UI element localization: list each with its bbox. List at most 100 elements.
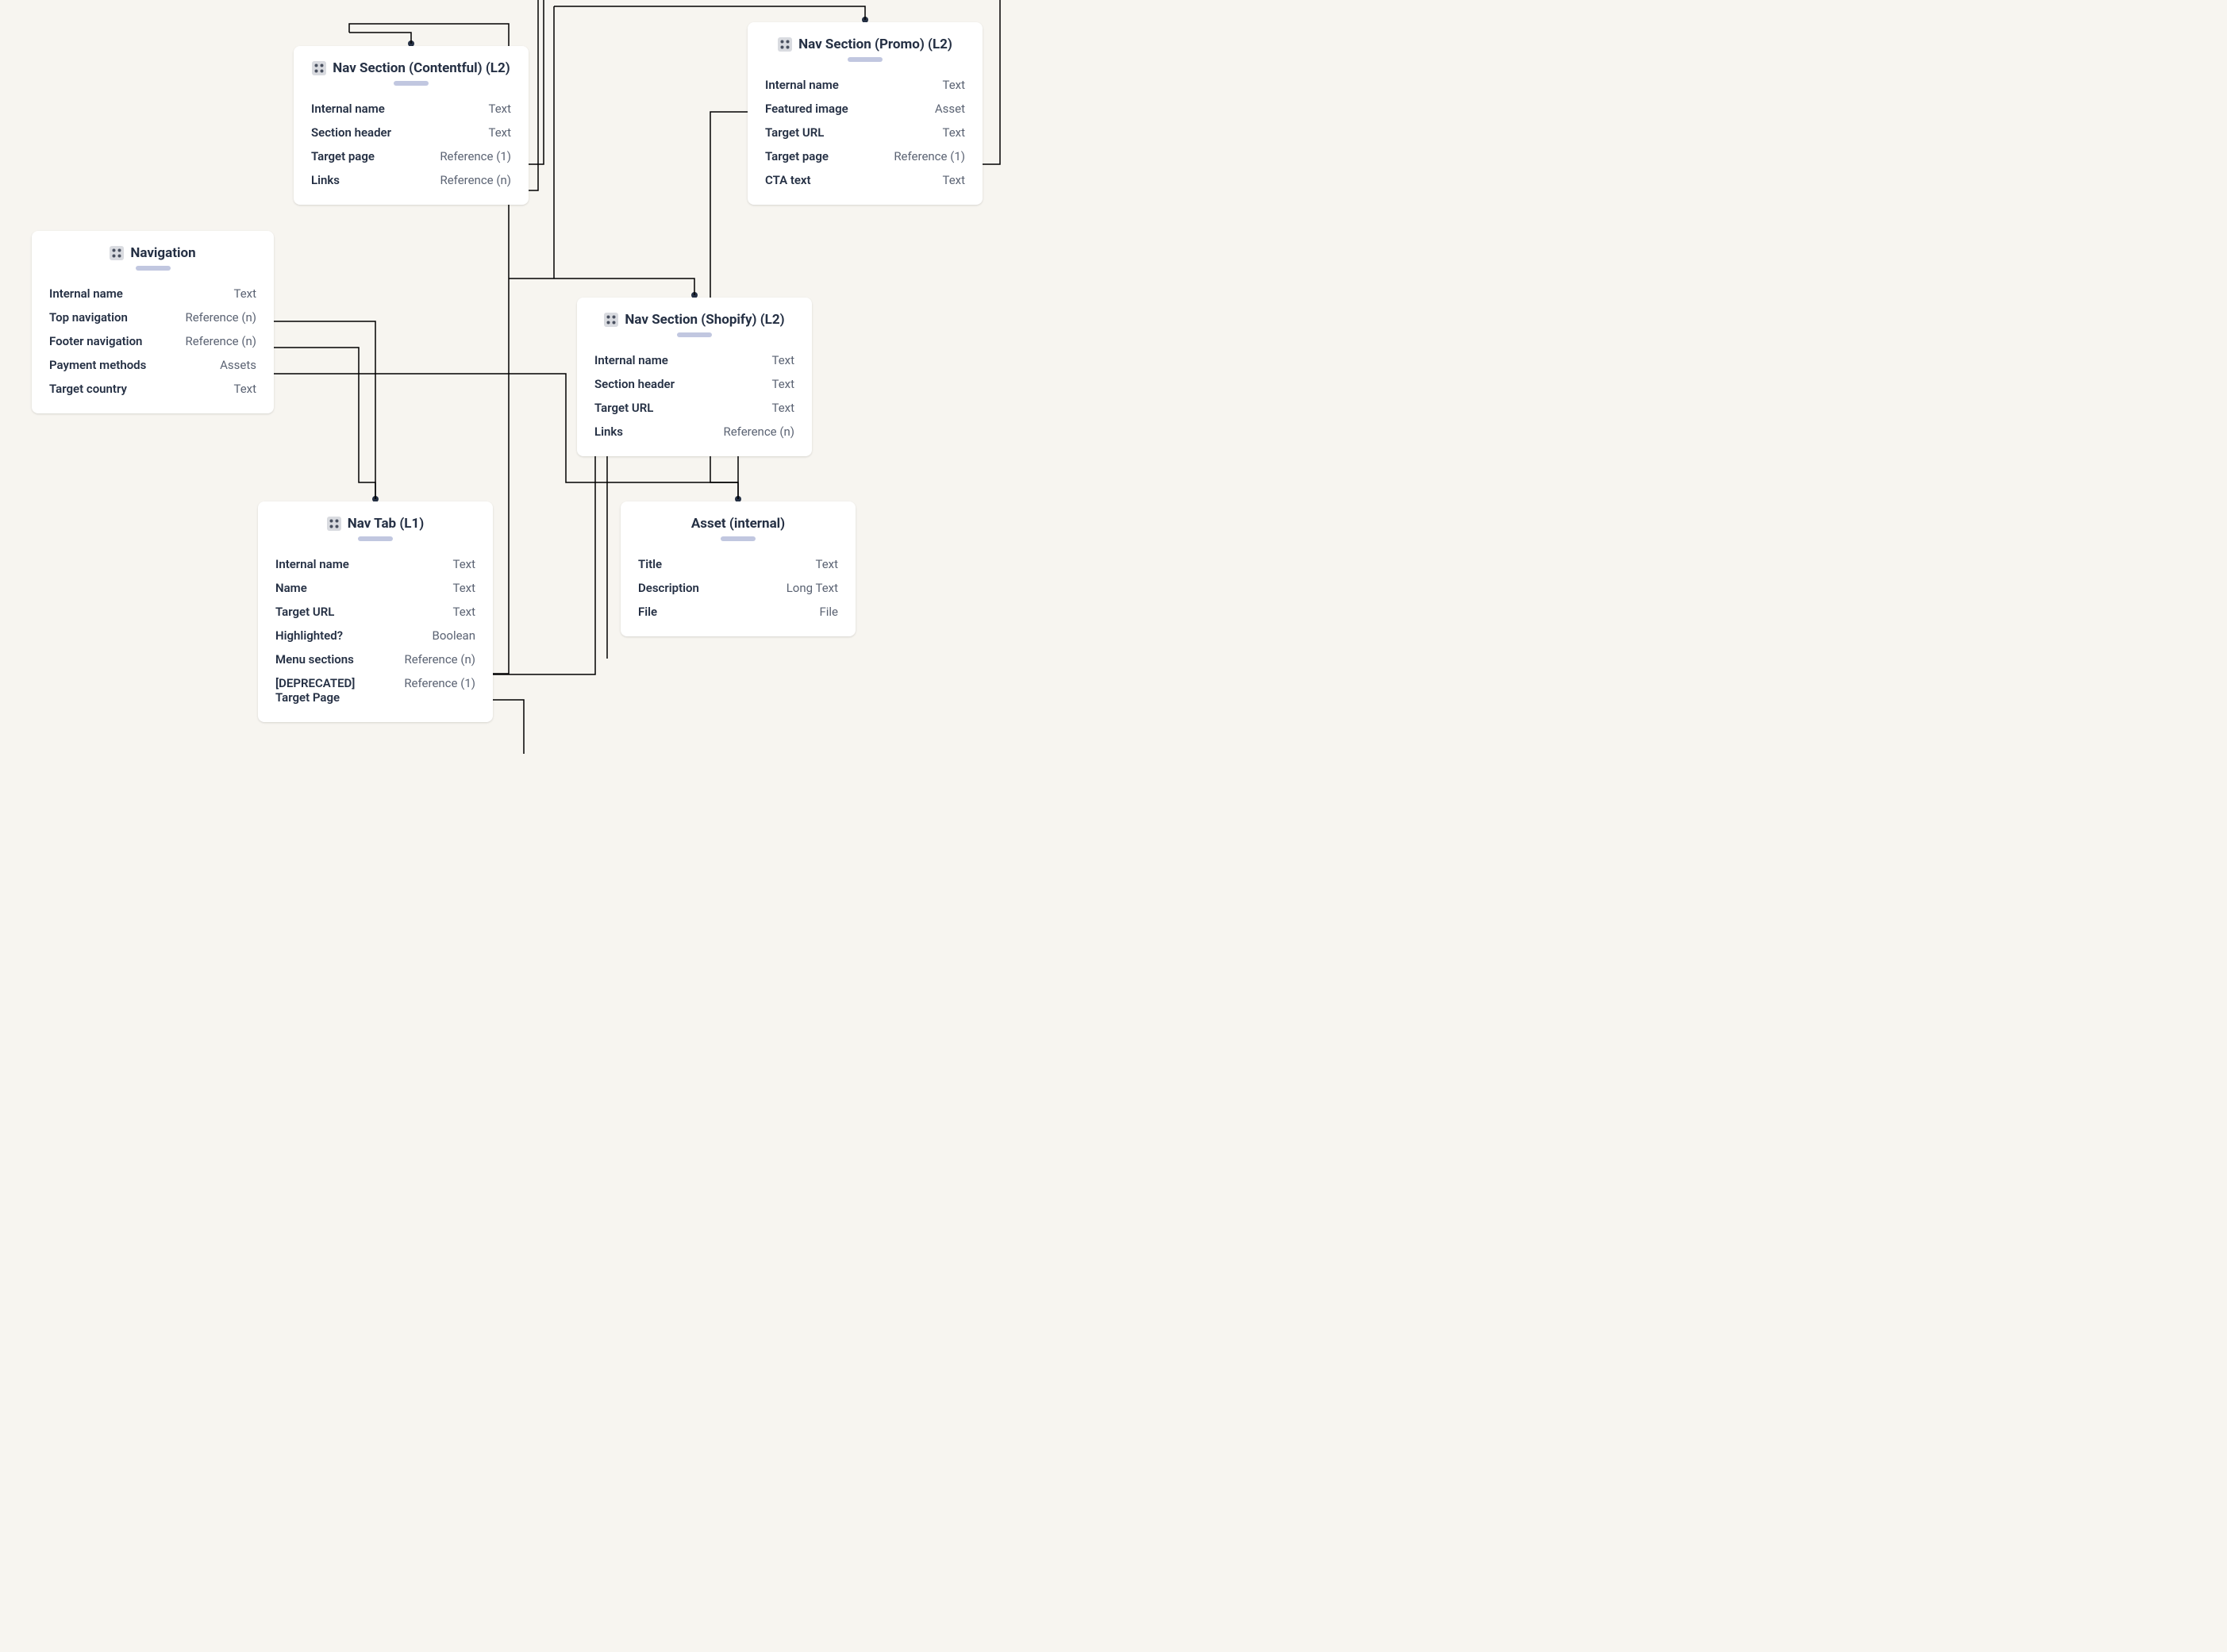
field-label: Section header bbox=[311, 125, 391, 140]
field-row: Target page Reference (1) bbox=[311, 144, 511, 168]
field-label: Description bbox=[638, 581, 699, 595]
field-label: Target URL bbox=[594, 401, 653, 415]
field-label: Top navigation bbox=[49, 310, 128, 325]
field-row: Section header Text bbox=[594, 372, 794, 396]
field-type: Asset bbox=[935, 102, 965, 116]
field-row: Description Long Text bbox=[638, 576, 838, 600]
node-title: Navigation bbox=[130, 245, 195, 261]
node-title: Nav Tab (L1) bbox=[348, 516, 424, 532]
field-label: Section header bbox=[594, 377, 675, 391]
field-type: Text bbox=[942, 173, 965, 187]
component-icon bbox=[604, 313, 618, 327]
field-row: CTA text Text bbox=[765, 168, 965, 192]
field-type: Long Text bbox=[787, 581, 838, 595]
drag-handle[interactable] bbox=[358, 536, 393, 541]
field-type: Text bbox=[452, 581, 475, 595]
component-icon bbox=[778, 37, 792, 52]
field-row: Target page Reference (1) bbox=[765, 144, 965, 168]
field-row: Payment methods Assets bbox=[49, 353, 256, 377]
field-type: Text bbox=[942, 125, 965, 140]
field-row: Target URL Text bbox=[765, 121, 965, 144]
field-row: Internal name Text bbox=[311, 97, 511, 121]
field-type: Reference (n) bbox=[185, 310, 256, 325]
field-label: Name bbox=[275, 581, 307, 595]
field-label: Payment methods bbox=[49, 358, 146, 372]
field-label: [DEPRECATED] Target Page bbox=[275, 676, 388, 705]
field-label: Target page bbox=[765, 149, 829, 163]
field-label: Target URL bbox=[275, 605, 334, 619]
field-type: Text bbox=[771, 377, 794, 391]
node-header: Nav Section (Promo) (L2) bbox=[765, 36, 965, 52]
field-row: Links Reference (n) bbox=[594, 420, 794, 444]
field-row: Name Text bbox=[275, 576, 475, 600]
node-header: Nav Section (Contentful) (L2) bbox=[311, 60, 511, 76]
field-label: File bbox=[638, 605, 657, 619]
field-label: Links bbox=[311, 173, 340, 187]
field-label: Internal name bbox=[594, 353, 668, 367]
diagram-canvas[interactable]: Navigation Internal name Text Top navigatio… bbox=[0, 0, 1016, 754]
node-nav-section-shopify[interactable]: Nav Section (Shopify) (L2) Internal name T… bbox=[577, 298, 812, 456]
field-type: Assets bbox=[220, 358, 256, 372]
drag-handle[interactable] bbox=[677, 332, 712, 337]
field-type: Text bbox=[942, 78, 965, 92]
field-label: CTA text bbox=[765, 173, 811, 187]
field-type: File bbox=[819, 605, 838, 619]
field-row: Menu sections Reference (n) bbox=[275, 647, 475, 671]
field-label: Internal name bbox=[275, 557, 349, 571]
field-type: Text bbox=[771, 353, 794, 367]
field-type: Reference (n) bbox=[185, 334, 256, 348]
field-row: Internal name Text bbox=[594, 348, 794, 372]
field-row: Internal name Text bbox=[765, 73, 965, 97]
node-nav-section-contentful[interactable]: Nav Section (Contentful) (L2) Internal na… bbox=[294, 46, 529, 205]
field-row: Target countryText bbox=[49, 377, 256, 401]
field-row: Footer navigationReference (n) bbox=[49, 329, 256, 353]
node-title: Asset (internal) bbox=[691, 516, 785, 532]
node-asset-internal[interactable]: Asset (internal) TitleText Description Long… bbox=[621, 501, 856, 636]
field-row: Highlighted?Boolean bbox=[275, 624, 475, 647]
drag-handle[interactable] bbox=[721, 536, 756, 541]
node-header: Nav Tab (L1) bbox=[275, 516, 475, 532]
field-type: Reference (1) bbox=[404, 676, 475, 690]
field-type: Reference (1) bbox=[894, 149, 965, 163]
node-header: Nav Section (Shopify) (L2) bbox=[594, 312, 794, 328]
field-label: Menu sections bbox=[275, 652, 354, 667]
field-row: Featured image Asset bbox=[765, 97, 965, 121]
field-type: Text bbox=[488, 102, 511, 116]
component-icon bbox=[110, 246, 124, 260]
field-type: Text bbox=[771, 401, 794, 415]
component-icon bbox=[327, 517, 341, 531]
node-title: Nav Section (Contentful) (L2) bbox=[333, 60, 510, 76]
node-header: Asset (internal) bbox=[638, 516, 838, 532]
field-type: Text bbox=[233, 286, 256, 301]
field-row: TitleText bbox=[638, 552, 838, 576]
field-type: Reference (1) bbox=[440, 149, 511, 163]
field-label: Target URL bbox=[765, 125, 824, 140]
field-type: Text bbox=[815, 557, 838, 571]
field-type: Text bbox=[452, 557, 475, 571]
drag-handle[interactable] bbox=[394, 81, 429, 86]
field-label: Target page bbox=[311, 149, 375, 163]
field-type: Reference (n) bbox=[404, 652, 475, 667]
drag-handle[interactable] bbox=[136, 266, 171, 271]
node-nav-section-promo[interactable]: Nav Section (Promo) (L2) Internal name Tex… bbox=[748, 22, 983, 205]
field-label: Internal name bbox=[765, 78, 839, 92]
node-navigation[interactable]: Navigation Internal name Text Top navigatio… bbox=[32, 231, 274, 413]
field-type: Text bbox=[452, 605, 475, 619]
field-row: Section header Text bbox=[311, 121, 511, 144]
node-title: Nav Section (Promo) (L2) bbox=[798, 36, 952, 52]
node-header: Navigation bbox=[49, 245, 256, 261]
field-row: Top navigation Reference (n) bbox=[49, 305, 256, 329]
component-icon bbox=[312, 61, 326, 75]
field-label: Internal name bbox=[311, 102, 385, 116]
field-label: Internal name bbox=[49, 286, 123, 301]
field-label: Highlighted? bbox=[275, 628, 343, 643]
field-type: Text bbox=[488, 125, 511, 140]
node-nav-tab[interactable]: Nav Tab (L1) Internal name Text Name Text Tar… bbox=[258, 501, 493, 722]
field-label: Target country bbox=[49, 382, 127, 396]
field-label: Links bbox=[594, 425, 623, 439]
field-row: File File bbox=[638, 600, 838, 624]
drag-handle[interactable] bbox=[848, 57, 883, 62]
field-row: [DEPRECATED] Target Page Reference (1) bbox=[275, 671, 475, 709]
field-label: Featured image bbox=[765, 102, 848, 116]
field-type: Reference (n) bbox=[723, 425, 794, 439]
